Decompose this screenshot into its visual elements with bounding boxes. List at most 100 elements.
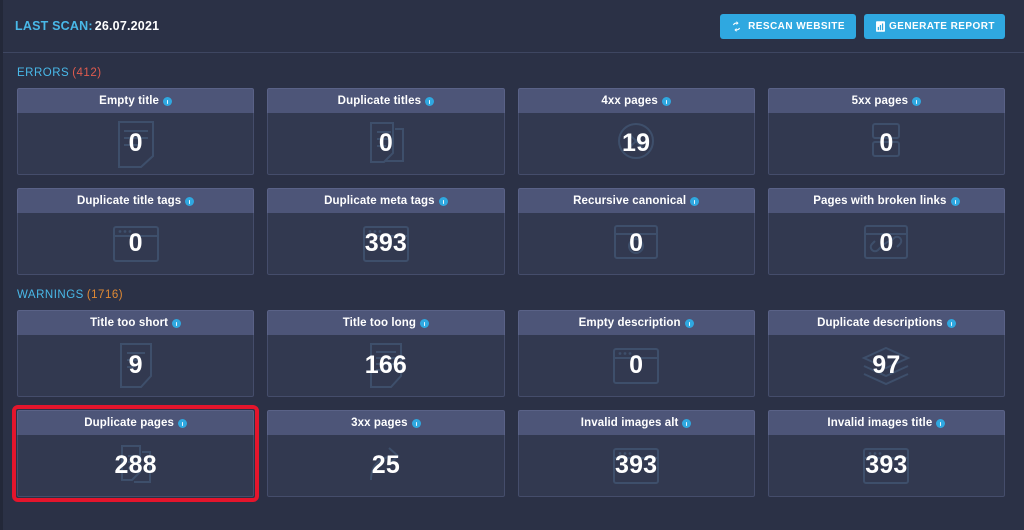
- section-header-errors: ERRORS (412): [3, 53, 1024, 88]
- metric-card-header: Duplicate title tags: [17, 188, 255, 213]
- metric-card-header: Empty description: [517, 310, 755, 335]
- metric-card-header: Empty title: [17, 88, 255, 113]
- metric-card-value: 0: [629, 351, 644, 379]
- metric-card-header: Invalid images alt: [517, 410, 755, 435]
- info-icon[interactable]: [684, 319, 694, 328]
- metric-card-body[interactable]: 19: [517, 113, 755, 175]
- metric-card-value: 0: [378, 129, 393, 157]
- metric-card-value: 0: [629, 229, 644, 257]
- metric-card-value: 19: [622, 129, 651, 157]
- info-icon[interactable]: [912, 97, 922, 106]
- metric-card-title: Title too short: [90, 317, 169, 329]
- metric-card[interactable]: Title too short 9: [17, 310, 255, 397]
- metric-card-title: Pages with broken links: [813, 195, 947, 207]
- metric-card-body[interactable]: 0: [517, 213, 755, 275]
- metric-card-body[interactable]: 0: [17, 113, 255, 175]
- metric-card[interactable]: Duplicate title tags 0: [17, 188, 255, 275]
- metric-card-body[interactable]: 97: [767, 335, 1005, 397]
- metric-card[interactable]: Invalid images title 393: [767, 410, 1005, 497]
- refresh-icon: [731, 20, 742, 32]
- metric-card-body[interactable]: 393: [767, 435, 1005, 497]
- metric-card-value: 393: [614, 451, 658, 479]
- metric-card[interactable]: Empty title 0: [17, 88, 255, 175]
- metric-card-header: Title too short: [17, 310, 255, 335]
- metric-card-body[interactable]: 288: [17, 435, 255, 497]
- info-icon[interactable]: [177, 419, 187, 428]
- metric-card-body[interactable]: 0: [17, 213, 255, 275]
- metric-card[interactable]: 5xx pages 0: [767, 88, 1005, 175]
- info-icon[interactable]: [172, 319, 182, 328]
- metric-card-title: 4xx pages: [601, 95, 658, 107]
- report-document-icon: [874, 20, 887, 33]
- section-count: (412): [72, 67, 102, 79]
- info-icon[interactable]: [185, 197, 195, 206]
- info-icon[interactable]: [936, 419, 946, 428]
- metric-card-header: Invalid images title: [767, 410, 1005, 435]
- seo-audit-dashboard: LAST SCAN: 26.07.2021 Rescan website: [0, 0, 1024, 530]
- metric-card-title: Duplicate meta tags: [324, 195, 435, 207]
- metric-card-body[interactable]: 25: [267, 435, 505, 497]
- metric-card-header: 5xx pages: [767, 88, 1005, 113]
- metric-card[interactable]: Duplicate pages 288: [11, 405, 260, 502]
- info-icon[interactable]: [661, 97, 671, 106]
- generate-report-button[interactable]: Generate report: [863, 13, 1005, 39]
- info-icon[interactable]: [425, 97, 435, 106]
- metric-card-body[interactable]: 166: [267, 335, 505, 397]
- metric-card[interactable]: Recursive canonical 0: [517, 188, 755, 275]
- section-count: (1716): [86, 289, 124, 301]
- metric-card-header: Duplicate pages: [17, 410, 255, 435]
- section-name: WARNINGS: [17, 289, 84, 301]
- metric-card-header: Pages with broken links: [767, 188, 1005, 213]
- metric-card-body[interactable]: 0: [767, 213, 1005, 275]
- generate-report-label: Generate report: [888, 20, 995, 32]
- metric-card[interactable]: Duplicate titles 0: [267, 88, 505, 175]
- metric-card-header: 4xx pages: [517, 88, 755, 113]
- metric-card-value: 0: [879, 229, 894, 257]
- metric-card-header: Duplicate descriptions: [767, 310, 1005, 335]
- last-scan-label: LAST SCAN:: [15, 19, 93, 33]
- metric-card-body[interactable]: 0: [267, 113, 505, 175]
- info-icon[interactable]: [163, 97, 173, 106]
- metric-card[interactable]: Empty description 0: [517, 310, 755, 397]
- metric-card-body[interactable]: 393: [267, 213, 505, 275]
- rescan-website-label: Rescan website: [748, 20, 845, 32]
- metric-card[interactable]: 4xx pages 19: [517, 88, 755, 175]
- card-grid-row: Duplicate title tags 0 Duplicate meta tags…: [3, 188, 1024, 275]
- metric-card-value: 0: [128, 129, 143, 157]
- metric-card[interactable]: Pages with broken links 0: [767, 188, 1005, 275]
- metric-card-title: Title too long: [342, 317, 417, 329]
- metric-card-value: 9: [128, 351, 143, 379]
- info-icon[interactable]: [946, 319, 956, 328]
- info-icon[interactable]: [411, 419, 421, 428]
- rescan-website-button[interactable]: Rescan website: [720, 13, 856, 39]
- metric-card-body[interactable]: 393: [517, 435, 755, 497]
- metric-card[interactable]: Duplicate meta tags 393: [267, 188, 505, 275]
- metric-card-title: Invalid images title: [827, 417, 933, 429]
- info-icon[interactable]: [438, 197, 448, 206]
- metric-card-body[interactable]: 9: [17, 335, 255, 397]
- metric-card-title: 3xx pages: [351, 417, 408, 429]
- metric-card-header: Duplicate titles: [267, 88, 505, 113]
- metric-card-value: 393: [364, 229, 408, 257]
- info-icon[interactable]: [420, 319, 430, 328]
- topbar: LAST SCAN: 26.07.2021 Rescan website: [3, 0, 1024, 53]
- card-grid-row: Empty title 0 Duplicate titles 0 4xx pages 19…: [3, 88, 1024, 175]
- metric-card[interactable]: Invalid images alt 393: [517, 410, 755, 497]
- info-icon[interactable]: [682, 419, 692, 428]
- metric-card-value: 0: [128, 229, 143, 257]
- metric-card-body[interactable]: 0: [517, 335, 755, 397]
- last-scan-date: 26.07.2021: [94, 19, 160, 33]
- metric-card-body[interactable]: 0: [767, 113, 1005, 175]
- metric-card-header: Title too long: [267, 310, 505, 335]
- topbar-actions: Rescan website Generate report: [720, 13, 1005, 39]
- metric-card[interactable]: Duplicate descriptions 97: [767, 310, 1005, 397]
- metric-card[interactable]: 3xx pages 25: [267, 410, 505, 497]
- card-grid-row: Title too short 9 Title too long 166 Empty d…: [3, 310, 1024, 397]
- metric-card[interactable]: Title too long 166: [267, 310, 505, 397]
- metric-card-title: Empty description: [578, 317, 681, 329]
- section-name: ERRORS: [17, 67, 70, 79]
- info-icon[interactable]: [690, 197, 700, 206]
- info-icon[interactable]: [950, 197, 960, 206]
- metric-card-title: 5xx pages: [851, 95, 909, 107]
- metric-card-title: Duplicate pages: [84, 417, 174, 429]
